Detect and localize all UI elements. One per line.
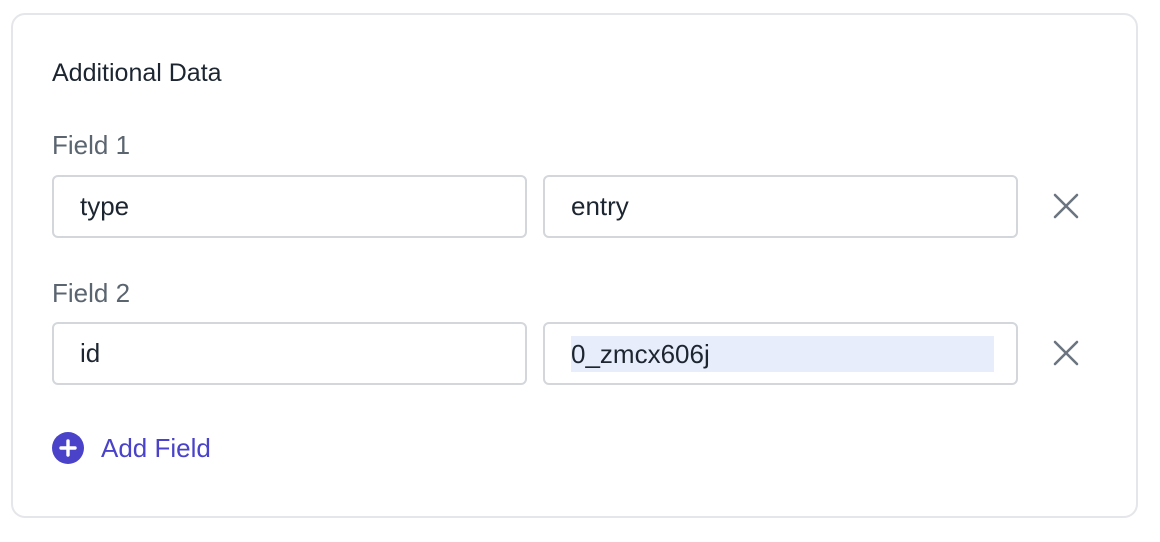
field-1-key-input[interactable]: type (52, 175, 527, 238)
field-1-label: Field 1 (52, 130, 131, 160)
field-2-value-text: 0_zmcx606j (571, 335, 994, 372)
field-2-key-value: id (80, 338, 101, 368)
field-2-value-input[interactable]: 0_zmcx606j (543, 322, 1018, 385)
field-1-value-input[interactable]: entry (543, 175, 1018, 238)
close-icon (1053, 193, 1079, 219)
field-1-remove-button[interactable] (1046, 186, 1086, 226)
field-1-value-text: entry (571, 191, 629, 221)
close-icon (1053, 340, 1079, 366)
add-field-button[interactable]: Add Field (52, 431, 211, 465)
field-2-remove-button[interactable] (1046, 333, 1086, 373)
add-field-label: Add Field (101, 433, 211, 463)
field-1-key-value: type (80, 191, 130, 221)
plus-circle-icon (52, 432, 84, 464)
field-2-label: Field 2 (52, 278, 131, 308)
field-2-key-input[interactable]: id (52, 322, 527, 385)
section-title: Additional Data (52, 59, 222, 87)
